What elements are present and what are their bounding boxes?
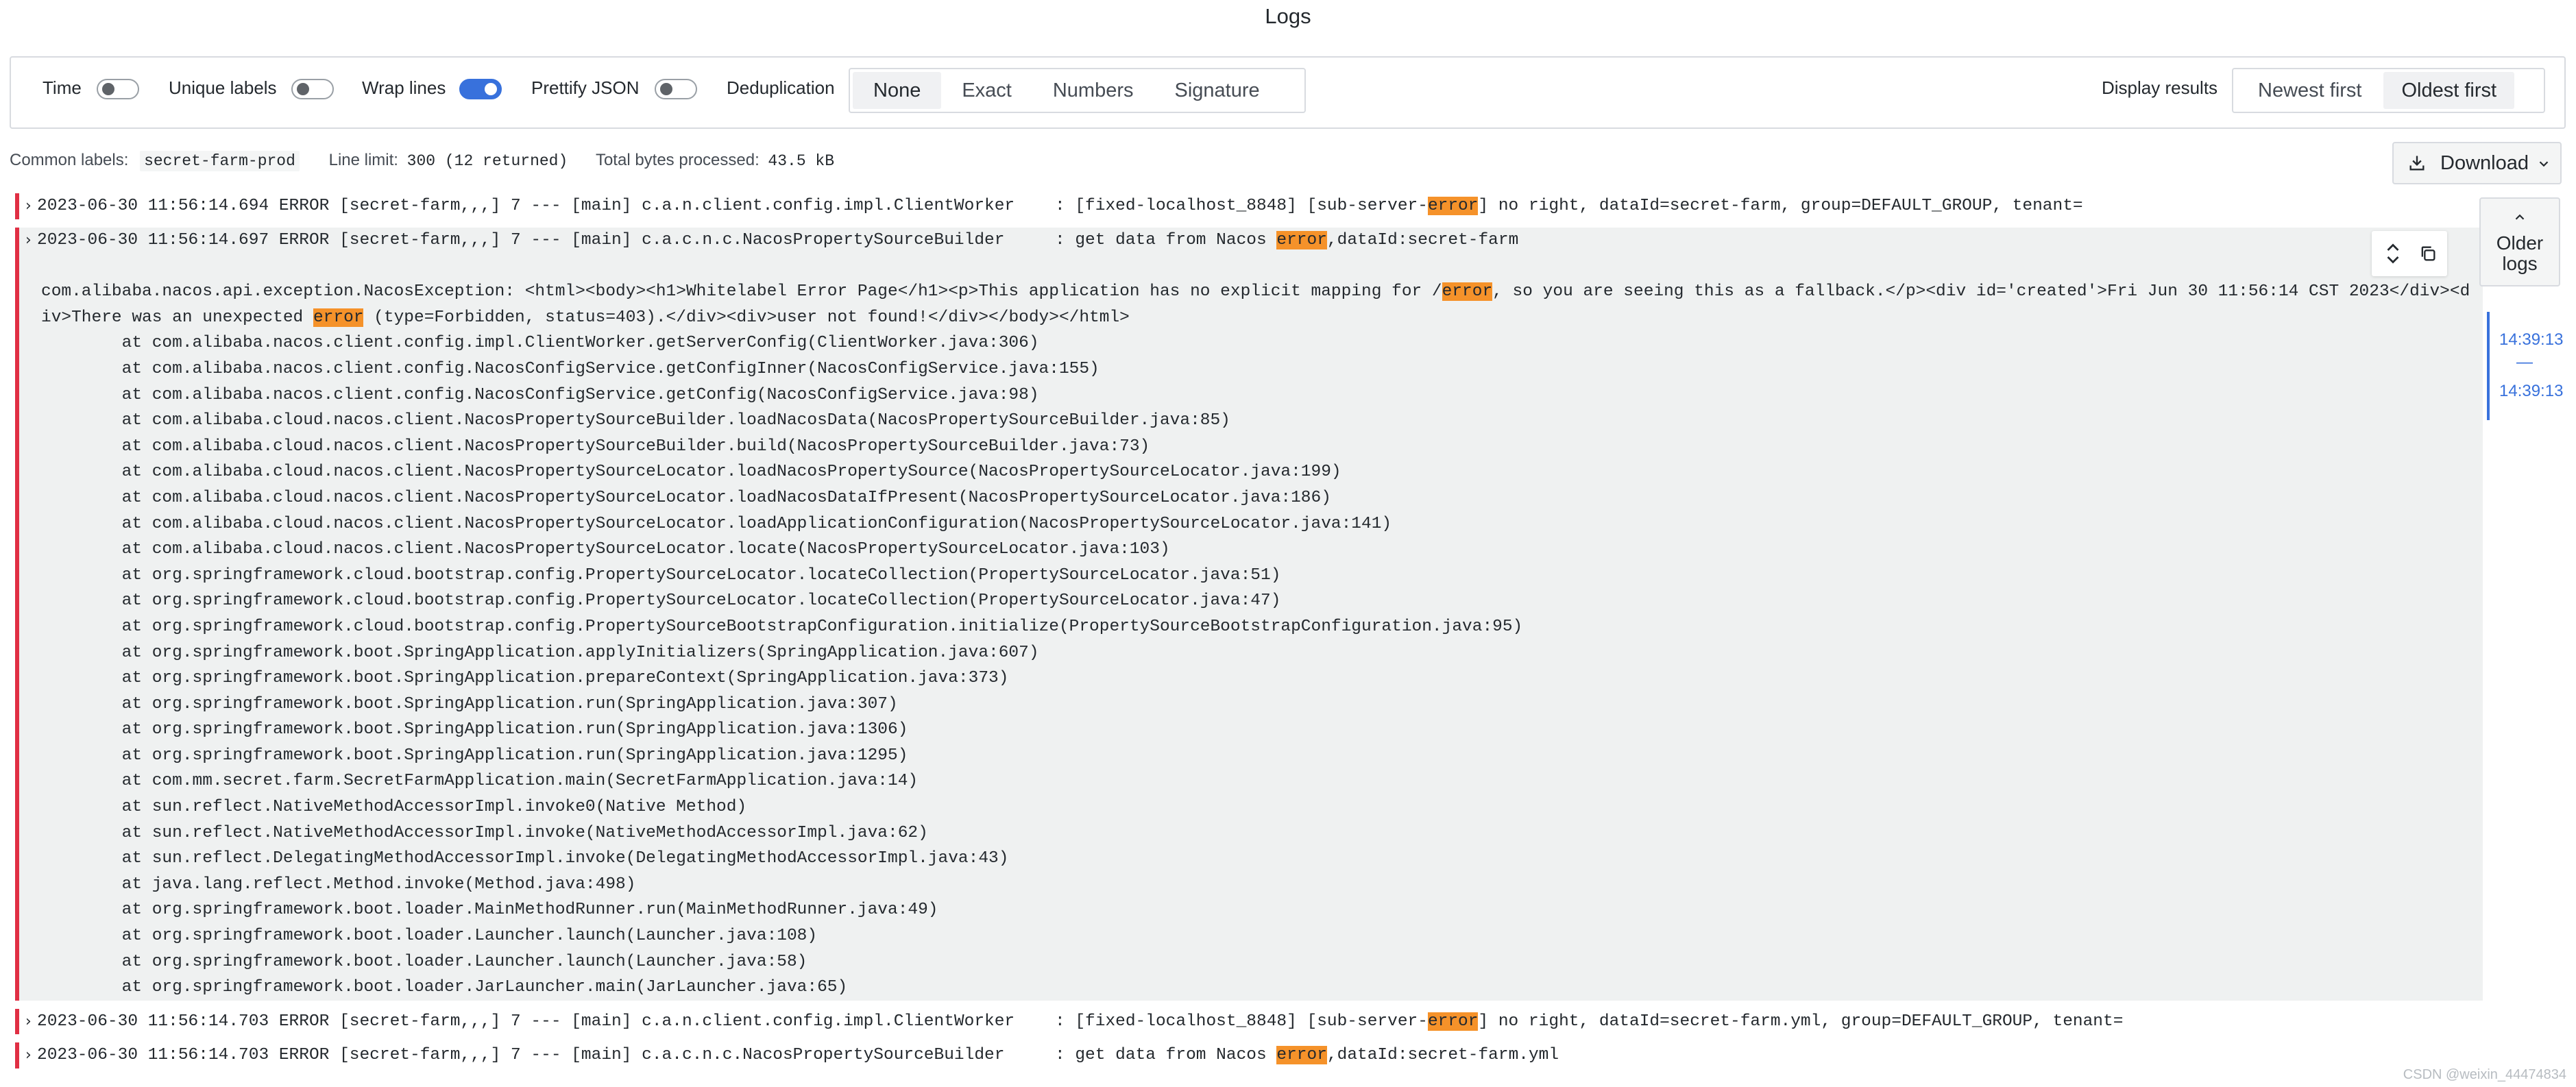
log-navigator-range[interactable]	[2487, 312, 2490, 420]
prettify-json-toggle[interactable]	[655, 79, 697, 99]
page-title: Logs	[1265, 4, 1311, 28]
navigator-start-time: 14:39:13	[2499, 330, 2564, 349]
line-limit-label: Line limit:	[328, 151, 398, 169]
stack-frame: at sun.reflect.DelegatingMethodAccessorI…	[41, 849, 1009, 868]
search-highlight: error	[1276, 230, 1327, 249]
stack-frame: at com.alibaba.cloud.nacos.client.NacosP…	[41, 437, 1150, 456]
older-logs-label: Older logs	[2496, 232, 2544, 274]
toggle-knob	[297, 83, 309, 95]
deduplication-label: Deduplication	[727, 77, 835, 98]
common-labels-label: Common labels:	[10, 151, 129, 169]
unique-labels-toggle-label: Unique labels	[169, 77, 277, 98]
stack-frame: at org.springframework.boot.SpringApplic…	[41, 669, 1009, 688]
chevron-down-icon	[2539, 161, 2549, 167]
stack-frame: at org.springframework.boot.SpringApplic…	[41, 720, 908, 740]
navigator-separator: —	[2516, 353, 2533, 371]
stack-trace: at com.alibaba.nacos.client.config.impl.…	[41, 330, 2476, 1000]
chevron-right-icon[interactable]: ›	[25, 1042, 32, 1068]
stack-frame: at org.springframework.cloud.bootstrap.c…	[41, 565, 1281, 585]
stack-frame: at org.springframework.boot.loader.JarLa…	[41, 978, 848, 997]
chevron-right-icon[interactable]: ›	[25, 193, 32, 219]
time-toggle[interactable]	[97, 79, 139, 99]
log-row-expanded[interactable]: › 2023-06-30 11:56:14.697 ERROR [secret-f…	[15, 227, 2483, 254]
stack-frame: at org.springframework.cloud.bootstrap.c…	[41, 617, 1523, 636]
stack-frame: at com.alibaba.nacos.client.config.Nacos…	[41, 359, 1099, 378]
log-row[interactable]: › 2023-06-30 11:56:14.694 ERROR [secret-f…	[15, 193, 2483, 219]
search-highlight: error	[1427, 197, 1479, 215]
toggle-knob	[102, 83, 114, 95]
stack-frame: at sun.reflect.NativeMethodAccessorImpl.…	[41, 823, 928, 842]
stack-frame: at org.springframework.boot.SpringApplic…	[41, 746, 908, 765]
watermark: CSDN @weixin_44474834	[2403, 1067, 2566, 1082]
display-order-selector: Newest first Oldest first	[2232, 68, 2545, 113]
log-rows: › 2023-06-30 11:56:14.694 ERROR [secret-f…	[15, 193, 2483, 1068]
expand-vertical-icon[interactable]	[2383, 241, 2403, 266]
log-row[interactable]: › 2023-06-30 11:56:14.703 ERROR [secret-f…	[15, 1008, 2483, 1035]
dedup-option-numbers[interactable]: Numbers	[1032, 72, 1154, 109]
unique-labels-toggle[interactable]	[291, 79, 334, 99]
wrap-lines-toggle-label: Wrap lines	[362, 77, 446, 98]
stack-frame: at org.springframework.boot.loader.Launc…	[41, 952, 807, 971]
stack-frame: at com.alibaba.cloud.nacos.client.NacosP…	[41, 514, 1392, 533]
stack-frame: at sun.reflect.NativeMethodAccessorImpl.…	[41, 798, 747, 817]
chevron-right-icon[interactable]: ›	[25, 1009, 32, 1035]
search-highlight: error	[1427, 1012, 1479, 1031]
prettify-json-toggle-label: Prettify JSON	[531, 77, 640, 98]
log-stats: Common labels: secret-farm-prod Line lim…	[10, 151, 838, 171]
navigator-end-time: 14:39:13	[2499, 382, 2564, 400]
copy-icon[interactable]	[2418, 244, 2438, 263]
search-highlight: error	[313, 308, 364, 327]
stack-frame: at org.springframework.boot.SpringApplic…	[41, 643, 1039, 662]
stack-frame: at java.lang.reflect.Method.invoke(Metho…	[41, 875, 636, 894]
stack-frame: at com.alibaba.nacos.client.config.impl.…	[41, 334, 1039, 353]
stack-frame: at com.mm.secret.farm.SecretFarmApplicat…	[41, 772, 919, 791]
stack-frame: at com.alibaba.cloud.nacos.client.NacosP…	[41, 488, 1331, 507]
common-labels-value: secret-farm-prod	[140, 151, 300, 171]
dedup-option-exact[interactable]: Exact	[941, 72, 1032, 109]
total-bytes-value: 43.5 kB	[768, 152, 835, 170]
stack-frame: at com.alibaba.nacos.client.config.Nacos…	[41, 385, 1039, 404]
stack-frame: at org.springframework.boot.loader.MainM…	[41, 901, 938, 920]
order-option-newest-first[interactable]: Newest first	[2236, 72, 2383, 109]
exception-message: com.alibaba.nacos.api.exception.NacosExc…	[41, 282, 2470, 327]
search-highlight: error	[1276, 1046, 1327, 1065]
total-bytes-label: Total bytes processed:	[595, 151, 760, 169]
line-limit-value: 300 (12 returned)	[406, 152, 568, 170]
older-logs-button[interactable]: Older logs	[2479, 197, 2560, 286]
stack-frame: at com.alibaba.cloud.nacos.client.NacosP…	[41, 463, 1341, 482]
toggle-knob	[485, 83, 497, 95]
download-button-label: Download	[2440, 152, 2529, 174]
order-option-oldest-first[interactable]: Oldest first	[2383, 72, 2515, 109]
search-highlight: error	[1442, 282, 1493, 302]
toggle-knob	[660, 83, 672, 95]
chevron-up-icon	[2515, 214, 2525, 220]
dedup-option-signature[interactable]: Signature	[1154, 72, 1280, 109]
stack-frame: at org.springframework.boot.SpringApplic…	[41, 694, 898, 713]
stack-frame: at org.springframework.boot.loader.Launc…	[41, 927, 818, 946]
download-button[interactable]: Download	[2392, 142, 2562, 184]
log-row-toolbar	[2372, 231, 2447, 276]
stack-frame: at com.alibaba.cloud.nacos.client.NacosP…	[41, 540, 1170, 559]
download-icon	[2409, 156, 2425, 171]
log-row[interactable]: › 2023-06-30 11:56:14.703 ERROR [secret-f…	[15, 1042, 2483, 1068]
time-toggle-label: Time	[42, 77, 82, 98]
log-row-detail: com.alibaba.nacos.api.exception.NacosExc…	[15, 253, 2483, 1001]
stack-frame: at com.alibaba.cloud.nacos.client.NacosP…	[41, 411, 1230, 430]
deduplication-selector: None Exact Numbers Signature	[849, 68, 1306, 113]
chevron-right-icon[interactable]: ›	[25, 228, 32, 254]
stack-frame: at org.springframework.cloud.bootstrap.c…	[41, 591, 1281, 611]
dedup-option-none[interactable]: None	[853, 72, 942, 109]
display-results-label: Display results	[2102, 77, 2218, 98]
wrap-lines-toggle[interactable]	[459, 79, 502, 99]
